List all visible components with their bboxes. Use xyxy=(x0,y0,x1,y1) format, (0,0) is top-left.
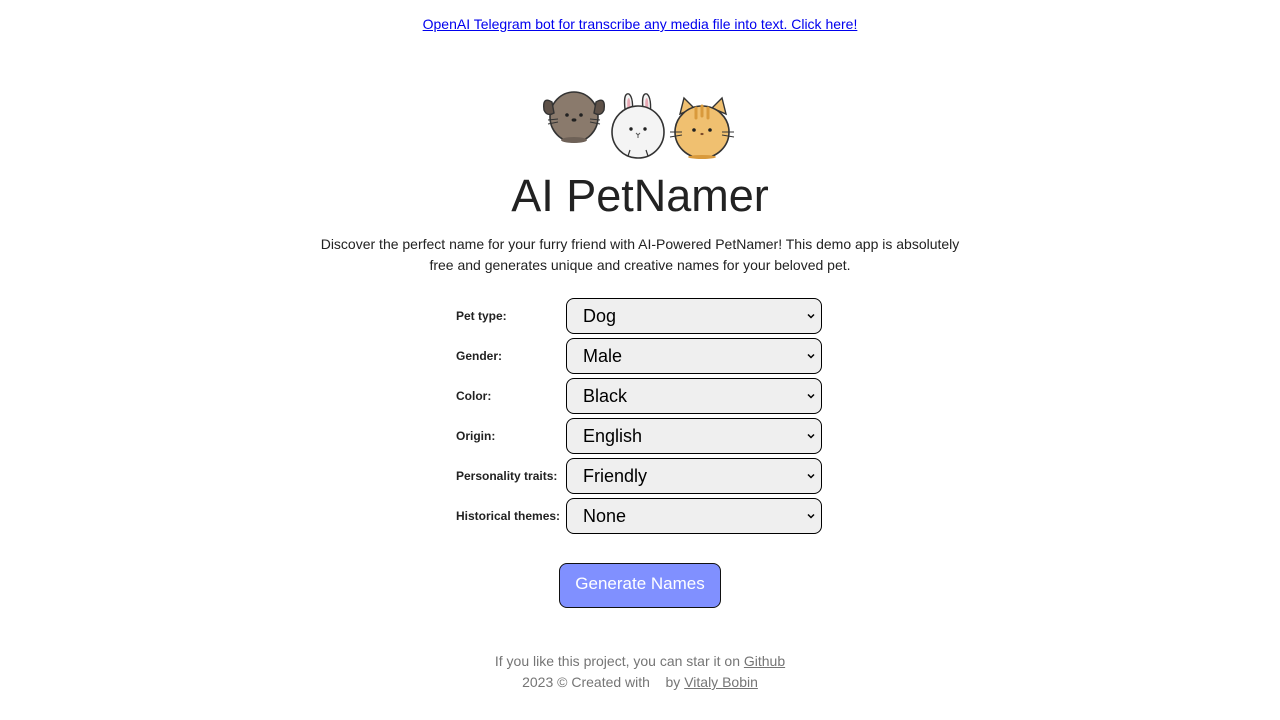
historical-themes-select[interactable]: None xyxy=(566,498,822,534)
pet-type-value: Dog xyxy=(583,306,617,326)
telegram-bot-link[interactable]: OpenAI Telegram bot for transcribe any m… xyxy=(423,16,858,32)
author-link[interactable]: Vitaly Bobin xyxy=(684,674,758,690)
footer-created-text: 2023 © Created with xyxy=(522,674,650,690)
footer-credit-line: 2023 © Created with by Vitaly Bobin xyxy=(0,672,1280,693)
pet-type-row: Pet type: Dog xyxy=(456,298,826,338)
origin-label: Origin: xyxy=(456,429,496,443)
chevron-down-icon xyxy=(807,513,815,519)
dog-icon xyxy=(542,91,606,143)
color-value: Black xyxy=(583,386,628,406)
heart-icon xyxy=(654,674,662,690)
app-description: Discover the perfect name for your furry… xyxy=(320,236,960,273)
gender-value: Male xyxy=(583,346,623,366)
chevron-down-icon xyxy=(807,433,815,439)
personality-traits-select[interactable]: Friendly xyxy=(566,458,822,494)
chevron-down-icon xyxy=(807,353,815,359)
historical-themes-value: None xyxy=(583,506,627,526)
historical-themes-label: Historical themes: xyxy=(456,509,561,523)
origin-value: English xyxy=(583,426,643,446)
pet-name-form: Pet type: Dog Gender: Male Color: Black … xyxy=(456,298,826,538)
personality-traits-value: Friendly xyxy=(583,466,648,486)
generate-names-button[interactable]: Generate Names xyxy=(559,563,721,608)
pet-mascots xyxy=(542,91,735,159)
chevron-down-icon xyxy=(807,473,815,479)
github-link[interactable]: Github xyxy=(744,653,785,669)
rabbit-icon xyxy=(611,93,665,159)
gender-label: Gender: xyxy=(456,349,503,363)
historical-themes-row: Historical themes: None xyxy=(456,498,826,538)
promo-banner: OpenAI Telegram bot for transcribe any m… xyxy=(0,15,1280,33)
color-select[interactable]: Black xyxy=(566,378,822,414)
footer: If you like this project, you can star i… xyxy=(0,651,1280,693)
page: OpenAI Telegram bot for transcribe any m… xyxy=(0,0,1280,720)
pet-type-select[interactable]: Dog xyxy=(566,298,822,334)
gender-row: Gender: Male xyxy=(456,338,826,378)
chevron-down-icon xyxy=(807,313,815,319)
footer-star-text: If you like this project, you can star i… xyxy=(494,653,740,669)
chevron-down-icon xyxy=(807,393,815,399)
color-label: Color: xyxy=(456,389,492,403)
personality-traits-row: Personality traits: Friendly xyxy=(456,458,826,498)
gender-select[interactable]: Male xyxy=(566,338,822,374)
page-title: AI PetNamer xyxy=(511,170,769,221)
color-row: Color: Black xyxy=(456,378,826,418)
origin-select[interactable]: English xyxy=(566,418,822,454)
origin-row: Origin: English xyxy=(456,418,826,458)
footer-star-line: If you like this project, you can star i… xyxy=(0,651,1280,672)
cat-icon xyxy=(669,96,735,159)
pet-type-label: Pet type: xyxy=(456,309,507,323)
footer-by-text: by xyxy=(665,674,681,690)
personality-traits-label: Personality traits: xyxy=(456,469,558,483)
